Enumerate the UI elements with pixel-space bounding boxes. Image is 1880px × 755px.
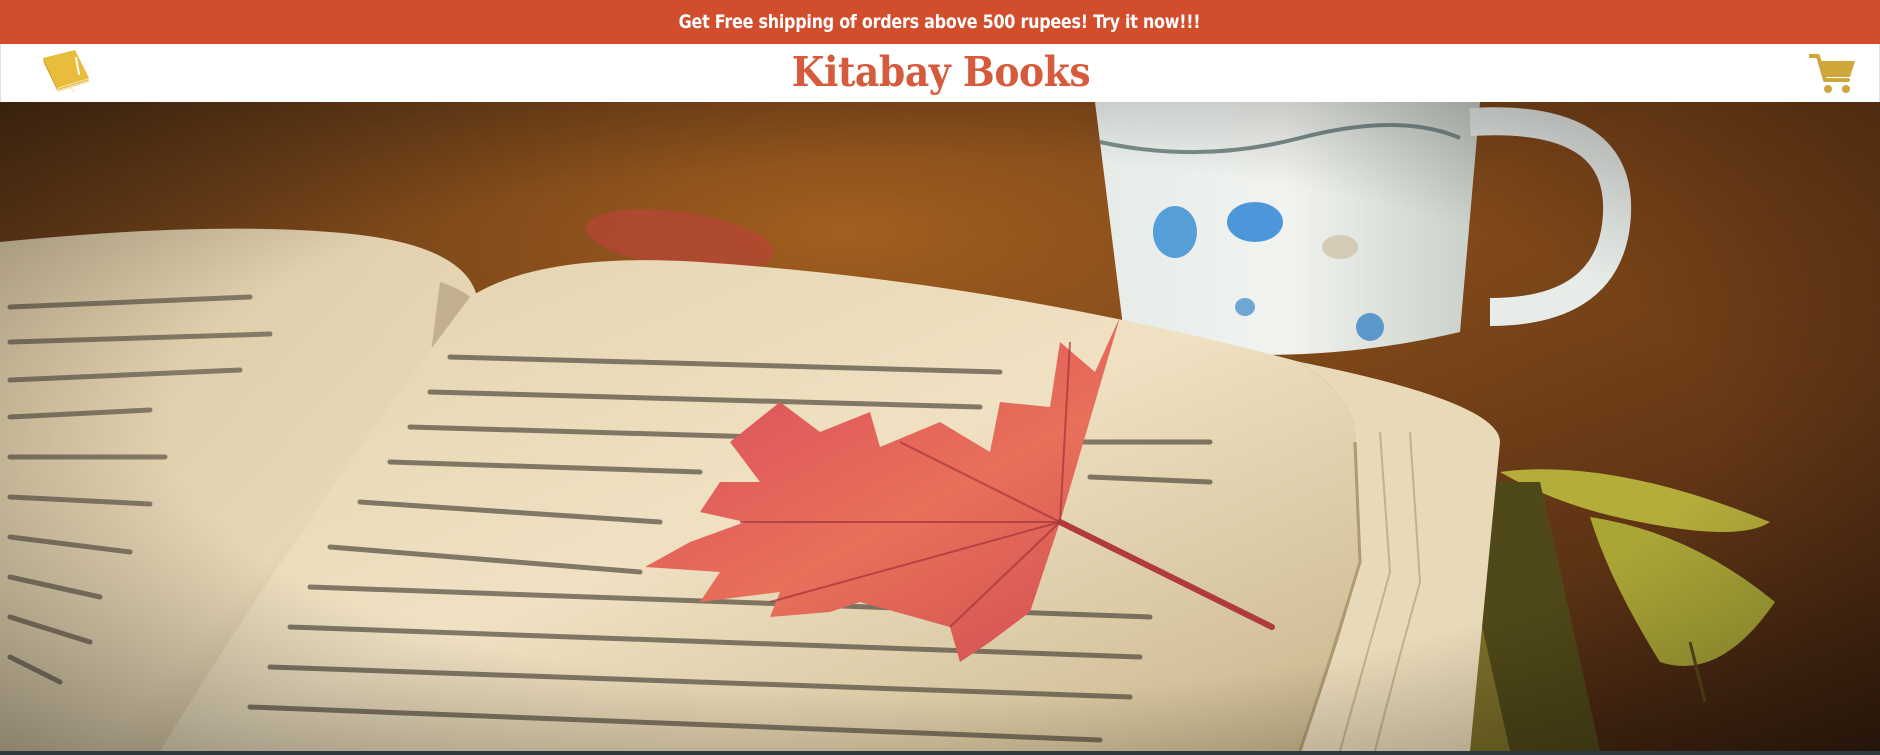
shopping-cart-icon[interactable] — [1809, 53, 1857, 95]
hero-bottom-border — [0, 751, 1880, 755]
site-header: Kitabay Books — [0, 44, 1880, 102]
promo-banner: Get Free shipping of orders above 500 ru… — [0, 0, 1880, 44]
promo-text: Get Free shipping of orders above 500 ru… — [679, 11, 1201, 33]
brand-title: Kitabay Books — [791, 48, 1091, 96]
hero-image — [0, 102, 1880, 751]
book-icon[interactable] — [41, 48, 91, 94]
